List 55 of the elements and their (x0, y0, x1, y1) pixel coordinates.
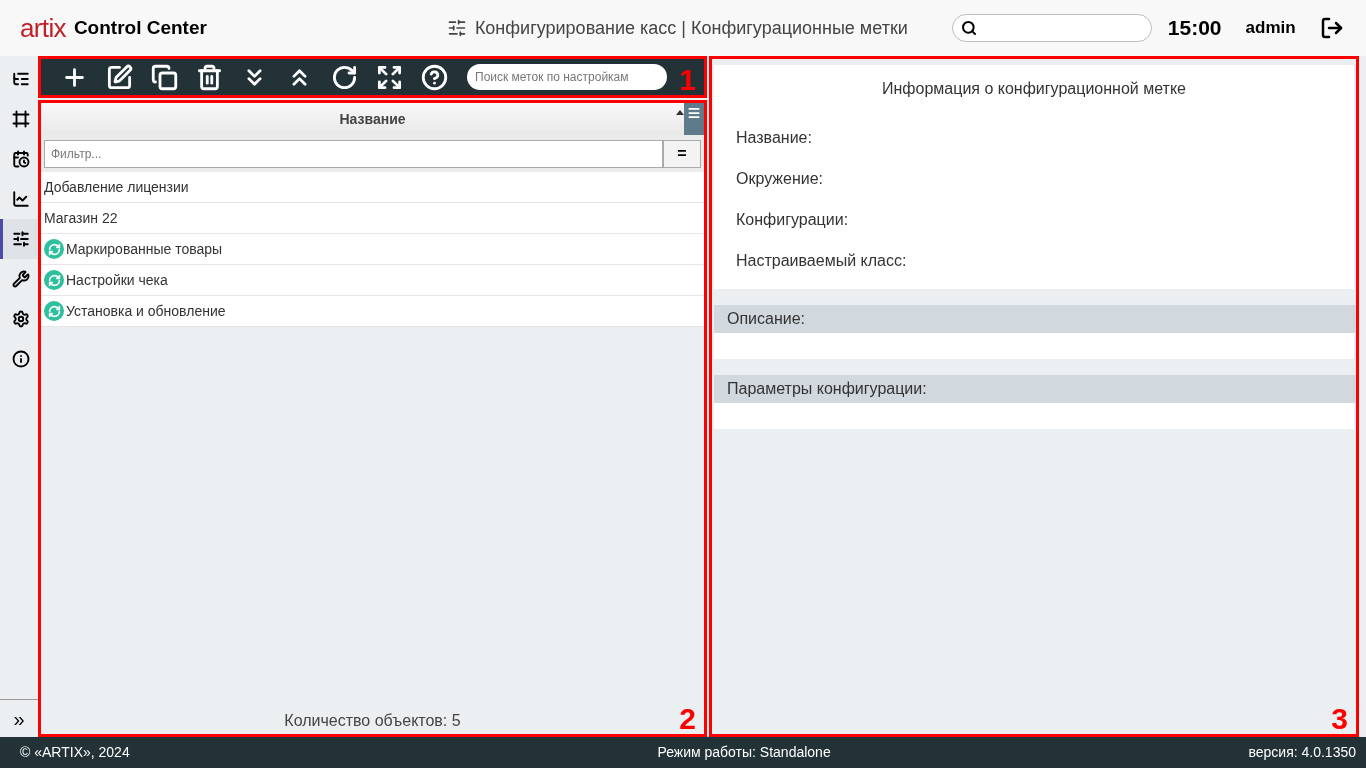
app-name: Control Center (73, 15, 207, 40)
annotation-number: 1 (679, 65, 696, 95)
list-row[interactable]: Маркированные товары (41, 234, 704, 265)
row-label: Маркированные товары (66, 239, 223, 259)
pencil-square-icon (105, 63, 133, 91)
object-count: Количество объектов: 5 (284, 711, 461, 731)
row-label: Настройки чека (66, 270, 168, 290)
user-name: admin (1245, 17, 1296, 40)
sliders-icon (446, 18, 467, 38)
trash-icon (195, 63, 223, 91)
menu-icon (687, 106, 701, 120)
line-chart-icon (11, 190, 30, 208)
info-icon (11, 350, 30, 368)
settings-icon (11, 310, 30, 328)
field-label: Окружение: (736, 169, 825, 189)
field-label: Настраиваемый класс: (736, 251, 908, 271)
clock: 15:00 (1167, 15, 1222, 42)
tree-icon (11, 70, 30, 88)
section-header: Описание: (714, 305, 1356, 333)
annotation-number: 3 (1331, 704, 1348, 734)
expand-arrows-icon (375, 63, 403, 91)
row-label: Установка и обновление (66, 301, 226, 321)
list-row[interactable]: Магазин 22 (41, 203, 704, 234)
refresh-icon (330, 63, 358, 91)
field-label: Конфигурации: (736, 210, 850, 230)
row-label: Добавление лицензии (44, 177, 189, 197)
filter-operator-button[interactable]: = (663, 139, 701, 168)
frame-icon (11, 110, 30, 128)
logout-icon (1319, 16, 1344, 40)
section-header: Параметры конфигурации: (714, 375, 1356, 403)
column-menu-button[interactable] (684, 103, 704, 135)
calendar-clock-icon (11, 150, 30, 168)
copy-icon (150, 63, 178, 91)
sidebar-item[interactable] (0, 219, 38, 259)
search-field[interactable] (951, 14, 1152, 42)
logo: artix (20, 15, 66, 41)
work-mode: Режим работы: Standalone (657, 743, 831, 762)
annotation-number: 2 (679, 704, 696, 734)
wrench-icon (11, 270, 30, 288)
help-icon (420, 63, 448, 91)
search-icon (960, 20, 977, 36)
column-header[interactable]: Название (41, 103, 704, 135)
field-label: Название: (736, 128, 813, 148)
list-row[interactable]: Добавление лицензии (41, 172, 704, 203)
list-row[interactable]: Настройки чека (41, 265, 704, 296)
card-title: Информация о конфигурационной метке (882, 79, 1186, 99)
filter-field[interactable]: Фильтр... (44, 139, 663, 168)
copyright: © «ARTIX», 2024 (20, 743, 130, 762)
list-row[interactable]: Установка и обновление (41, 296, 704, 327)
sliders-icon (11, 230, 30, 248)
version: версия: 4.0.1350 (1248, 743, 1356, 762)
search-field[interactable]: Поиск меток по настройкам (467, 64, 667, 90)
logout-button[interactable] (1319, 16, 1344, 40)
row-label: Магазин 22 (44, 208, 118, 228)
page-title: Конфигурирование касс | Конфигурационные метки (474, 16, 908, 40)
